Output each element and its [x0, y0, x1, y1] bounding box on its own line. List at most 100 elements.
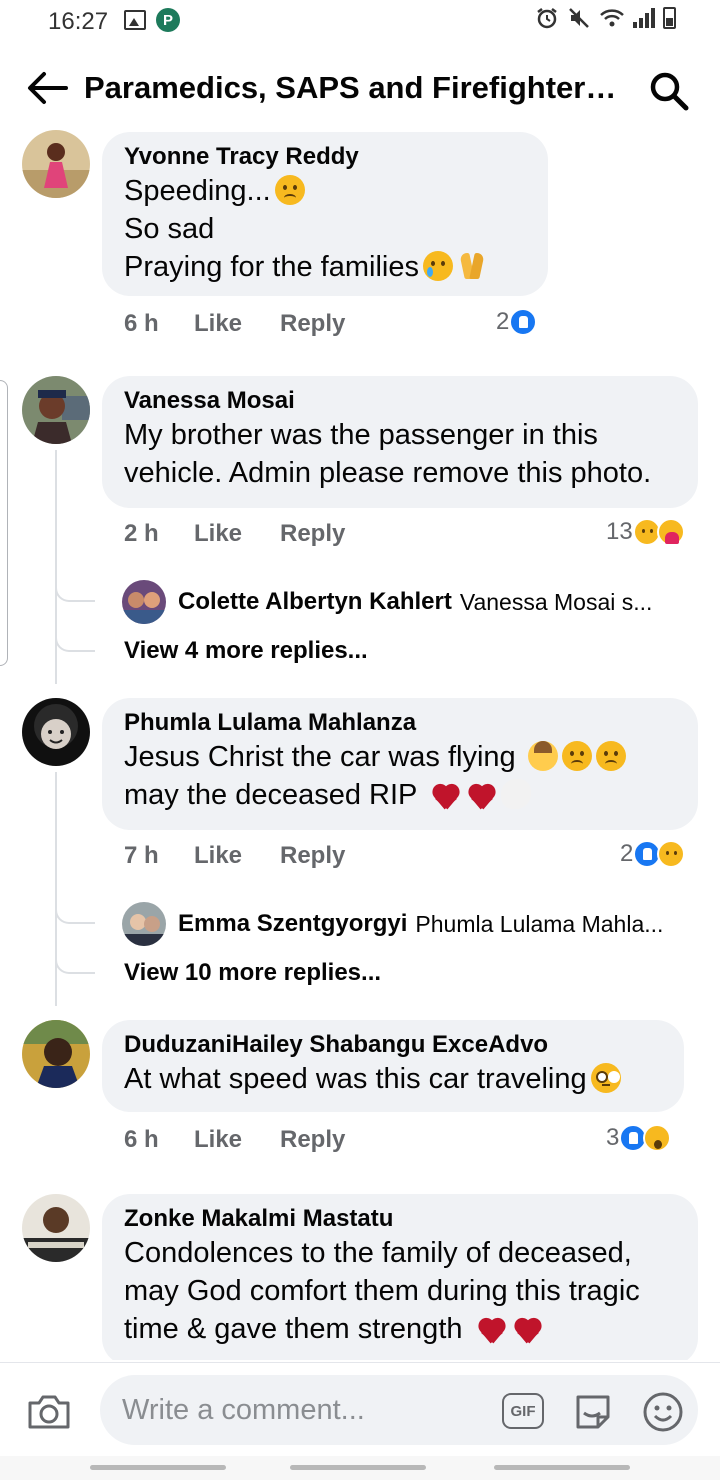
gif-button[interactable]: GIF: [502, 1393, 544, 1429]
comment-author[interactable]: Phumla Lulama Mahlanza: [124, 708, 676, 738]
status-right-icons: [535, 6, 676, 30]
comment-bubble[interactable]: Yvonne Tracy Reddy Speeding... So sad Pr…: [102, 132, 548, 296]
alarm-icon: [537, 8, 557, 29]
reply-preview[interactable]: Emma Szentgyorgyi Phumla Lulama Mahla...: [122, 902, 702, 946]
reaction-summary[interactable]: 3: [606, 1124, 672, 1152]
comment-time[interactable]: 2 h: [124, 520, 194, 548]
status-left-icons: P: [124, 8, 180, 32]
nav-home-button[interactable]: [290, 1465, 426, 1470]
wifi-icon: [600, 9, 624, 27]
reply-connector: [55, 576, 95, 602]
reaction-count: 13: [606, 518, 633, 545]
broken-heart-emoji-icon: [465, 779, 497, 809]
sad-emoji-icon: [595, 741, 626, 771]
comment-author[interactable]: DuduzaniHailey Shabangu ExceAdvo: [124, 1030, 662, 1060]
avatar[interactable]: [22, 130, 90, 198]
reaction-summary[interactable]: 13: [606, 518, 685, 546]
reply-connector: [55, 948, 95, 974]
status-bar: 16:27 P: [0, 0, 720, 44]
comment-text-line: Jesus Christ the car was flying: [124, 738, 676, 776]
comment-author[interactable]: Zonke Makalmi Mastatu: [124, 1204, 676, 1234]
reply-connector: [55, 626, 95, 652]
like-reaction-icon: [509, 308, 538, 336]
thread-connector: [55, 450, 57, 684]
praying-hands-emoji-icon: [457, 251, 487, 281]
search-icon[interactable]: [648, 70, 690, 112]
comment-text-line: Speeding...: [124, 172, 526, 210]
like-button[interactable]: Like: [194, 520, 280, 548]
comment-meta: 6 h Like Reply: [124, 310, 345, 338]
avatar[interactable]: [122, 902, 166, 946]
comment-text: My brother was the passenger in this veh…: [124, 419, 652, 489]
reaction-count: 2: [496, 308, 510, 335]
comment-author[interactable]: Vanessa Mosai: [124, 386, 676, 416]
comment-time[interactable]: 6 h: [124, 310, 194, 338]
gallery-notification-icon: [124, 10, 146, 30]
comment-bubble[interactable]: Phumla Lulama Mahlanza Jesus Christ the …: [102, 698, 698, 830]
reaction-summary[interactable]: 2: [496, 308, 538, 336]
reply-button[interactable]: Reply: [280, 310, 345, 338]
reaction-count: 2: [620, 840, 634, 867]
emoji-icon[interactable]: [642, 1391, 684, 1433]
care-reaction-icon: [656, 518, 685, 546]
avatar[interactable]: [22, 698, 90, 766]
comment-text-line: Praying for the families: [124, 248, 526, 286]
comment-time[interactable]: 7 h: [124, 842, 194, 870]
comment-bubble[interactable]: DuduzaniHailey Shabangu ExceAdvo At what…: [102, 1020, 684, 1112]
comment-text-line: time & gave them strength: [124, 1310, 676, 1348]
comment-text-line: Condolences to the family of deceased,: [124, 1237, 632, 1269]
reply-preview[interactable]: Colette Albertyn Kahlert Vanessa Mosai s…: [122, 580, 702, 624]
like-button[interactable]: Like: [194, 310, 280, 338]
reply-button[interactable]: Reply: [280, 842, 345, 870]
sad-emoji-icon: [274, 175, 305, 205]
dove-emoji-icon: [500, 779, 531, 809]
wow-reaction-icon: [643, 1124, 672, 1152]
comment-bubble[interactable]: Zonke Makalmi Mastatu Condolences to the…: [102, 1194, 698, 1360]
avatar[interactable]: [22, 1194, 90, 1262]
reply-snippet: Phumla Lulama Mahla...: [415, 910, 664, 937]
comment-bubble[interactable]: Vanessa Mosai My brother was the passeng…: [102, 376, 698, 508]
mute-icon: [569, 8, 589, 28]
broken-heart-emoji-icon: [475, 1313, 507, 1343]
broken-heart-emoji-icon: [429, 779, 461, 809]
comment-list[interactable]: Yvonne Tracy Reddy Speeding... So sad Pr…: [0, 130, 720, 1360]
comment-composer: GIF: [0, 1362, 720, 1458]
comment-meta: 6 h Like Reply: [124, 1126, 345, 1154]
like-button[interactable]: Like: [194, 1126, 280, 1154]
view-more-replies-link[interactable]: View 10 more replies...: [124, 959, 381, 987]
comment-author[interactable]: Yvonne Tracy Reddy: [124, 142, 526, 172]
comment-meta: 7 h Like Reply: [124, 842, 345, 870]
facepalm-emoji-icon: [527, 741, 558, 771]
comment-text-line: At what speed was this car traveling: [124, 1060, 662, 1098]
comment-text-line: may the deceased RIP: [124, 776, 676, 814]
battery-icon: [663, 7, 676, 29]
nav-recents-button[interactable]: [90, 1465, 226, 1470]
reaction-summary[interactable]: 2: [620, 840, 686, 868]
avatar[interactable]: [22, 376, 90, 444]
view-more-replies-link[interactable]: View 4 more replies...: [124, 637, 368, 665]
nav-back-button[interactable]: [494, 1465, 630, 1470]
camera-icon[interactable]: [26, 1393, 72, 1431]
page-title: Paramedics, SAPS and Firefighters...: [84, 70, 624, 105]
sticker-icon[interactable]: [572, 1391, 614, 1433]
avatar[interactable]: [122, 580, 166, 624]
thread-highlight: [0, 380, 8, 666]
comment-time[interactable]: 6 h: [124, 1126, 194, 1154]
reply-connector: [55, 898, 95, 924]
flushed-emoji-icon: [590, 1063, 621, 1093]
comment-text-line: may God comfort them during this tragic: [124, 1275, 640, 1307]
reply-button[interactable]: Reply: [280, 1126, 345, 1154]
back-arrow-icon[interactable]: [26, 70, 68, 106]
comment-meta: 2 h Like Reply: [124, 520, 345, 548]
signal-icon: [633, 8, 655, 28]
reaction-count: 3: [606, 1124, 620, 1151]
reply-button[interactable]: Reply: [280, 520, 345, 548]
app-header: Paramedics, SAPS and Firefighters...: [0, 50, 720, 126]
reply-snippet: Vanessa Mosai s...: [459, 588, 653, 615]
reply-author[interactable]: Emma Szentgyorgyi: [178, 910, 407, 938]
sad-emoji-icon: [561, 741, 592, 771]
like-button[interactable]: Like: [194, 842, 280, 870]
avatar[interactable]: [22, 1020, 90, 1088]
status-time: 16:27: [48, 8, 109, 35]
reply-author[interactable]: Colette Albertyn Kahlert: [178, 588, 452, 616]
